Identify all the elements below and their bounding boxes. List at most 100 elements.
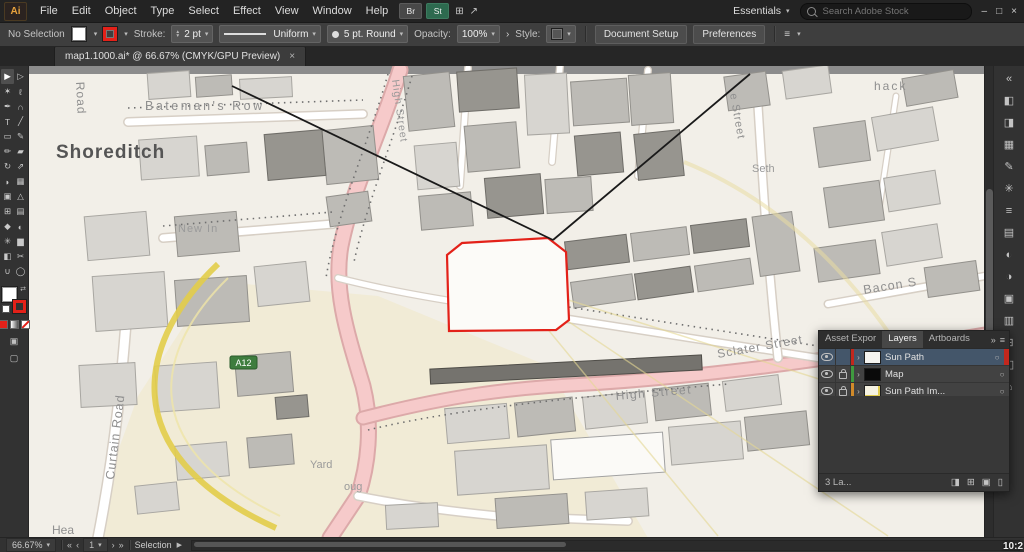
menu-effect[interactable]: Effect (226, 5, 268, 17)
variable-width-profile[interactable]: Uniform ▾ (219, 25, 321, 43)
gpu-performance-icon[interactable]: ↗ (470, 6, 478, 17)
color-mode-button[interactable] (0, 320, 8, 329)
target-icon[interactable]: ○ (990, 353, 1004, 362)
site-outline-polygon[interactable] (445, 236, 571, 333)
collapse-panels-icon[interactable]: « (997, 68, 1021, 89)
transparency-panel-icon[interactable]: ◐ (997, 244, 1021, 265)
search-input[interactable] (820, 4, 945, 18)
workspace-switcher[interactable]: Essentials ▾ (733, 5, 789, 17)
last-artboard-button[interactable]: » (119, 540, 124, 550)
layer-row-map[interactable]: › Map ○ (819, 366, 1009, 383)
swatches-panel-icon[interactable]: ▦ (997, 134, 1021, 155)
lock-toggle[interactable] (836, 349, 851, 365)
symbol-sprayer-tool[interactable]: ✳ (1, 234, 14, 249)
menu-view[interactable]: View (268, 5, 306, 17)
panel-menu-icon[interactable]: ≡ (784, 29, 790, 40)
menu-help[interactable]: Help (359, 5, 396, 17)
mesh-tool[interactable]: ⊞ (1, 204, 14, 219)
first-artboard-button[interactable]: « (67, 540, 72, 550)
layer-row-sun-path[interactable]: › Sun Path ○ (819, 349, 1009, 366)
menu-type[interactable]: Type (144, 5, 182, 17)
brush-definition[interactable]: 5 pt. Round ▾ (326, 25, 409, 43)
color-panel-icon[interactable]: ◧ (997, 90, 1021, 111)
hand-tool[interactable]: ∪ (1, 264, 14, 279)
brushes-panel-icon[interactable]: ✎ (997, 156, 1021, 177)
style-field[interactable]: ▾ (546, 25, 576, 43)
blend-tool[interactable]: ◐ (14, 219, 27, 234)
eraser-tool[interactable]: ▰ (14, 144, 27, 159)
new-layer-icon[interactable]: ▣ (982, 477, 991, 488)
disclosure-icon[interactable]: › (854, 370, 863, 379)
document-tab[interactable]: map1.1000.ai* @ 66.67% (CMYK/GPU Preview… (54, 46, 307, 66)
layer-name[interactable]: Sun Path (885, 352, 990, 363)
line-segment-tool[interactable]: ╱ (14, 114, 27, 129)
rectangle-tool[interactable]: ▭ (1, 129, 14, 144)
gradient-panel-icon[interactable]: ▤ (997, 222, 1021, 243)
bridge-button[interactable]: Br (399, 3, 423, 19)
tab-asset-export[interactable]: Asset Expor (819, 331, 882, 348)
lasso-tool[interactable]: ℓ (14, 84, 27, 99)
paintbrush-tool[interactable]: ✎ (14, 129, 27, 144)
chevron-down-icon[interactable]: ▾ (797, 30, 801, 38)
width-tool[interactable]: ◗ (1, 174, 14, 189)
new-sublayer-icon[interactable]: ⊞ (967, 477, 975, 488)
appearance-panel-icon[interactable]: ◑ (997, 266, 1021, 287)
pen-tool[interactable]: ✒ (1, 99, 14, 114)
stroke-caret-icon[interactable]: ▾ (124, 30, 128, 38)
opacity-field[interactable]: 100% ▾ (456, 25, 500, 43)
chevron-down-icon[interactable]: ▾ (491, 30, 495, 38)
perspective-grid-tool[interactable]: △ (14, 189, 27, 204)
stroke-panel-icon[interactable]: ≡ (997, 200, 1021, 221)
gradient-mode-button[interactable] (9, 320, 19, 329)
horizontal-scrollbar-thumb[interactable] (194, 541, 567, 547)
disclosure-icon[interactable]: › (854, 387, 863, 396)
minimize-button[interactable]: – (982, 6, 988, 17)
artboard-tool[interactable]: ◧ (1, 249, 14, 264)
fill-caret-icon[interactable]: ▾ (94, 30, 98, 38)
panel-menu-icon[interactable]: ≡ (1000, 335, 1005, 345)
chevron-down-icon[interactable]: ▾ (98, 541, 102, 549)
chevron-down-icon[interactable]: ▾ (567, 30, 571, 38)
menu-select[interactable]: Select (181, 5, 226, 17)
disclosure-icon[interactable]: › (854, 353, 863, 362)
layer-thumbnail[interactable] (864, 367, 881, 381)
layer-thumbnail[interactable] (864, 350, 881, 364)
screen-mode-button[interactable]: ▢ (10, 353, 19, 364)
panel-expand-icon[interactable]: » (991, 335, 996, 345)
document-setup-button[interactable]: Document Setup (594, 24, 688, 44)
pencil-tool[interactable]: ✏ (1, 144, 14, 159)
vertical-scrollbar-thumb[interactable] (986, 188, 993, 350)
stroke-weight-field[interactable]: ▴ ▾ 2 pt ▾ (171, 25, 214, 43)
color-guide-panel-icon[interactable]: ◨ (997, 112, 1021, 133)
chevron-down-icon[interactable]: ▾ (400, 30, 404, 38)
artboard-navigation[interactable]: 1 ▾ (83, 538, 108, 552)
scale-tool[interactable]: ⇗ (14, 159, 27, 174)
graphic-styles-panel-icon[interactable]: ▣ (997, 288, 1021, 309)
column-graph-tool[interactable]: ▆ (14, 234, 27, 249)
layers-panel-icon[interactable]: ▥ (997, 310, 1021, 331)
chevron-down-icon[interactable]: ▾ (205, 30, 209, 38)
lock-toggle[interactable] (836, 366, 851, 382)
gradient-tool[interactable]: ▤ (14, 204, 27, 219)
default-fill-stroke-icon[interactable] (2, 305, 10, 313)
chevron-down-icon[interactable]: ▾ (312, 30, 316, 38)
curvature-tool[interactable]: ∩ (14, 99, 27, 114)
eyedropper-tool[interactable]: ◆ (1, 219, 14, 234)
layer-name[interactable]: Map (885, 369, 995, 380)
stroke-swatch[interactable] (13, 300, 26, 313)
target-icon[interactable]: ○ (995, 370, 1009, 379)
previous-artboard-button[interactable]: ‹ (76, 540, 79, 550)
selection-tool[interactable]: ▶ (1, 69, 14, 84)
zoom-tool[interactable]: ◯ (14, 264, 27, 279)
zoom-control[interactable]: 66.67% ▾ (6, 538, 57, 552)
type-tool[interactable]: T (1, 114, 14, 129)
make-mask-icon[interactable]: ◨ (951, 477, 960, 488)
menu-object[interactable]: Object (98, 5, 144, 17)
horizontal-scrollbar[interactable] (191, 539, 1020, 551)
arrange-documents-icon[interactable]: ⊞ (455, 6, 463, 17)
shape-builder-tool[interactable]: ▣ (1, 189, 14, 204)
magic-wand-tool[interactable]: ✶ (1, 84, 14, 99)
chevron-down-icon[interactable]: ▾ (47, 541, 51, 549)
tab-layers[interactable]: Layers (882, 331, 923, 348)
next-artboard-button[interactable]: › (112, 540, 115, 550)
